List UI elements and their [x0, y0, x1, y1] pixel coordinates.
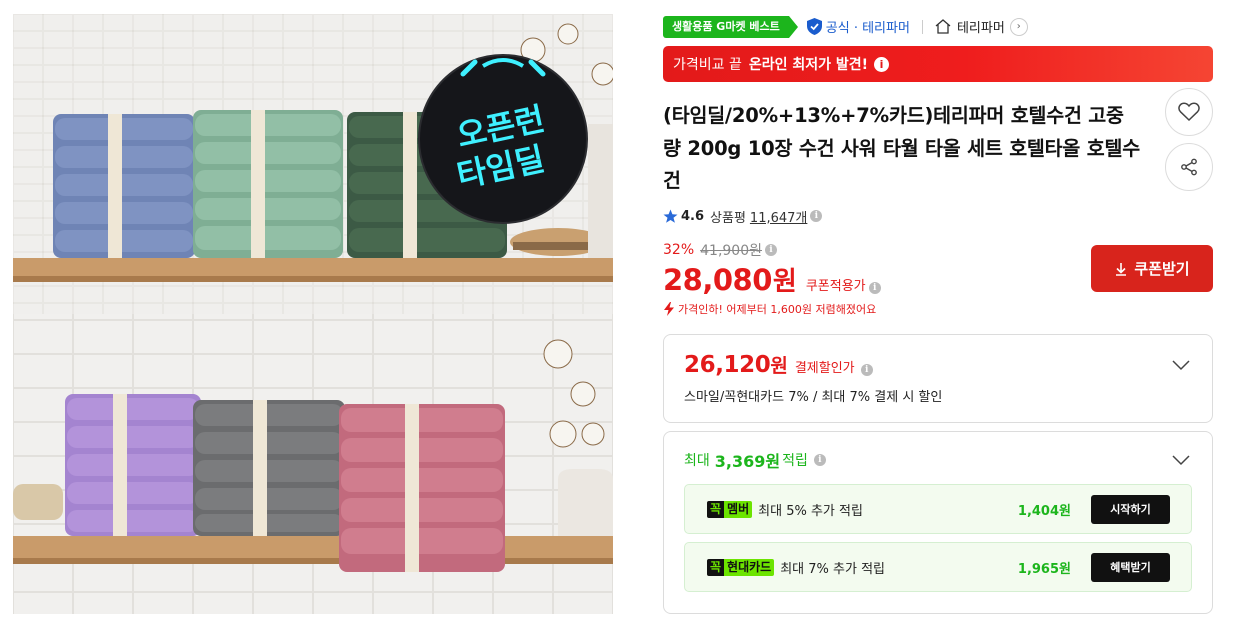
towel-stack-purple: [65, 394, 201, 536]
info-icon[interactable]: i: [860, 364, 873, 376]
category-best-badge[interactable]: 생활용품 G마켓 베스트: [663, 15, 798, 38]
info-icon[interactable]: i: [868, 282, 881, 294]
banner-bold-text: 온라인 최저가 발견!: [748, 57, 869, 73]
price-drop-text: 가격인하! 어제부터 1,600원 저렴해졌어요: [678, 303, 877, 316]
price-drop-notice: 가격인하! 어제부터 1,600원 저렴해졌어요: [663, 301, 1213, 317]
info-icon[interactable]: i: [810, 210, 823, 222]
product-photo: 오픈런 타임딜: [13, 14, 613, 614]
reward-item-text: 최대 7% 추가 적립: [780, 561, 885, 577]
tag-name: 멤버: [724, 500, 753, 518]
info-icon[interactable]: i: [874, 56, 890, 72]
tag-prefix: 꼭: [707, 558, 725, 576]
reward-item-member: 꼭 멤버 최대 5% 추가 적립 1,404원 시작하기: [684, 484, 1192, 534]
rating-score: 4.6: [681, 208, 705, 224]
share-button[interactable]: [1165, 143, 1213, 191]
member-tag: 꼭 멤버: [707, 500, 753, 518]
tag-prefix: 꼭: [707, 500, 725, 518]
store-name: 테리파머: [956, 21, 1005, 36]
payment-description: 스마일/꼭현대카드 7% / 최대 7% 결제 시 할인: [684, 390, 943, 405]
payment-discount-card[interactable]: 26,120 원 결제할인가 i 스마일/꼭현대카드 7% / 최대 7% 결제…: [663, 334, 1213, 423]
reward-card: 최대 3,369원 적립 i 꼭 멤버 최대 5% 추가 적립 1,404원 시…: [663, 431, 1213, 614]
payment-price: 26,120: [684, 352, 771, 378]
price-block: 32% 41,900원 i 28,080 원 쿠폰적용가 i 가격인하! 어제부…: [663, 240, 1213, 322]
review-label: 상품평: [710, 210, 746, 226]
original-price: 41,900원: [700, 243, 762, 259]
current-price: 28,080: [663, 263, 772, 297]
rating-row: 4.6 상품평 11,647개 i: [663, 206, 1213, 226]
home-icon: [935, 19, 951, 34]
shield-icon: [806, 18, 822, 35]
towel-stack-mint: [193, 110, 343, 258]
reward-item-amount: 1,965원: [1017, 561, 1071, 577]
get-benefit-button[interactable]: 혜택받기: [1091, 552, 1170, 582]
official-store-link[interactable]: 공식 · 테리파머: [806, 17, 910, 36]
reward-item-text: 최대 5% 추가 적립: [758, 503, 863, 519]
banner-text: 가격비교 끝: [673, 57, 742, 73]
reward-suffix: 적립: [782, 453, 808, 469]
payment-price-row: 26,120 원 결제할인가 i: [684, 351, 1192, 378]
product-image[interactable]: 오픈런 타임딜: [13, 14, 613, 614]
reward-header[interactable]: 최대 3,369원 적립 i: [684, 448, 1192, 472]
store-link[interactable]: 테리파머 ›: [935, 17, 1028, 36]
reward-item-card: 꼭 현대카드 최대 7% 추가 적립 1,965원 혜택받기: [684, 542, 1192, 592]
info-icon[interactable]: i: [765, 244, 777, 256]
coupon-applied-label: 쿠폰적용가: [805, 279, 866, 294]
reward-item-amount: 1,404원: [1017, 503, 1071, 519]
price-unit: 원: [772, 267, 797, 297]
bolt-icon: [664, 302, 674, 316]
towel-stack-gray: [193, 400, 345, 536]
share-icon: [1181, 158, 1197, 176]
start-member-button[interactable]: 시작하기: [1091, 494, 1170, 524]
reward-prefix: 최대: [684, 453, 710, 469]
get-coupon-label: 쿠폰받기: [1134, 261, 1190, 278]
review-count-link[interactable]: 11,647개: [750, 207, 807, 226]
title-row: (타임딜/20%+13%+7%카드)테리파머 호텔수건 고중량 200g 10장…: [663, 88, 1213, 198]
star-icon: [663, 209, 678, 223]
product-info: 생활용품 G마켓 베스트 공식 · 테리파머 테리파머 › 가격비교 끝 온라인…: [663, 14, 1213, 614]
tag-name: 현대카드: [724, 558, 775, 576]
lowest-price-banner[interactable]: 가격비교 끝 온라인 최저가 발견! i: [663, 46, 1213, 82]
get-coupon-button[interactable]: 쿠폰받기: [1091, 245, 1213, 292]
badge-row: 생활용품 G마켓 베스트 공식 · 테리파머 테리파머 ›: [663, 14, 1213, 39]
towel-stack-pink: [339, 404, 505, 572]
heart-icon: [1178, 102, 1200, 122]
discount-rate: 32%: [663, 242, 695, 258]
official-label: 공식 · 테리파머: [825, 21, 910, 36]
divider: [921, 19, 923, 34]
reward-amount: 3,369원: [714, 452, 781, 471]
payment-price-unit: 원: [770, 355, 788, 377]
chevron-down-icon[interactable]: [1172, 454, 1190, 466]
info-icon[interactable]: i: [813, 454, 826, 466]
download-icon: [1116, 262, 1127, 276]
timedeal-stamp: 오픈런 타임딜: [418, 54, 588, 224]
towel-stack-blue: [53, 114, 195, 258]
chevron-down-icon[interactable]: [1172, 359, 1190, 371]
product-title: (타임딜/20%+13%+7%카드)테리파머 호텔수건 고중량 200g 10장…: [663, 104, 1140, 192]
hyundai-card-tag: 꼭 현대카드: [707, 558, 775, 576]
chevron-right-icon: ›: [1009, 17, 1028, 36]
wishlist-button[interactable]: [1165, 88, 1213, 136]
payment-label: 결제할인가: [794, 361, 855, 376]
